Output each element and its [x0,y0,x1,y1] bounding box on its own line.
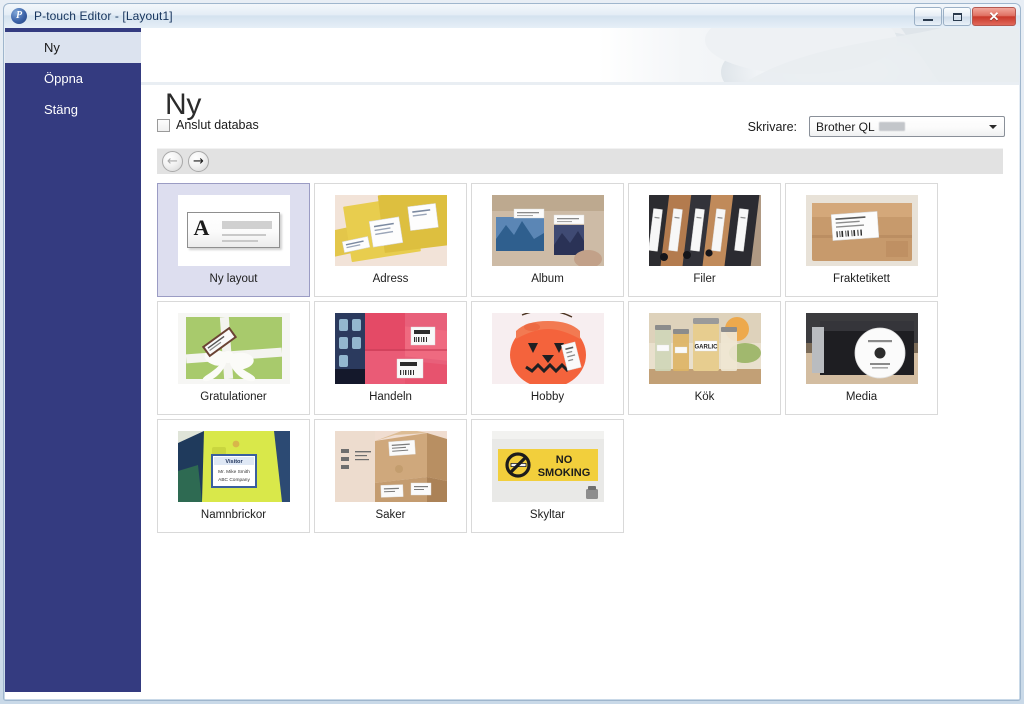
disc-case-image [805,313,918,384]
new-layout-document-icon: A [186,212,280,248]
template-thumbnail: A [177,195,290,266]
template-thumbnail [491,195,604,266]
template-tile-filer[interactable]: Filer [628,183,781,297]
template-tile-kok[interactable]: GARLIC Kök [628,301,781,415]
template-tile-label: Media [845,391,878,403]
jar-label-text: GARLIC [694,344,718,350]
sidebar-item-label: Öppna [44,71,84,86]
template-tile-gratulationer[interactable]: Gratulationer [157,301,310,415]
navigation-toolbar: ← → [157,148,1003,174]
sign-line2-text: SMOKING [537,467,590,479]
sidebar-item-oppna[interactable]: Öppna [5,63,141,94]
template-tile-label: Fraktetikett [833,273,890,285]
template-thumbnail [177,313,290,384]
gift-box-image [177,313,290,384]
forward-arrow-icon[interactable]: → [188,151,209,172]
template-thumbnail: Visitor Mr. Mike Smith ABC Company [177,431,290,502]
connect-database-label: Anslut databas [176,118,259,132]
main-content: Ny Anslut databas Skrivare: Brother QL ←… [141,28,1019,699]
template-tile-label: Skyltar [529,509,566,521]
template-tile-namnbrickor[interactable]: Visitor Mr. Mike Smith ABC Company Namnb… [157,419,310,533]
minimize-button[interactable] [914,7,942,26]
template-thumbnail: NO SMOKING [491,431,604,502]
minimize-icon [923,18,933,21]
printer-selector-group: Skrivare: Brother QL [748,116,1005,137]
client-area: Ny Öppna Stäng Ny Anslut databas Skrivar… [5,28,1019,699]
template-tile-adress[interactable]: Adress [314,183,467,297]
template-tile-skyltar[interactable]: NO SMOKING Skyltar [471,419,624,533]
template-tile-label: Handeln [369,391,412,403]
template-thumbnail: GARLIC [648,313,761,384]
template-tile-handeln[interactable]: Handeln [314,301,467,415]
template-tile-label: Hobby [530,391,565,403]
template-tile-label: Adress [372,273,409,285]
letter-a-glyph: A [193,215,210,240]
options-row: Anslut databas Skrivare: Brother QL [141,116,1019,144]
yellow-envelopes-image [334,195,447,266]
printer-label: Skrivare: [747,119,797,134]
maximize-icon [952,12,962,21]
halloween-pumpkin-image [491,313,604,384]
template-tile-label: Filer [693,273,716,285]
template-thumbnail [805,195,918,266]
template-thumbnail [334,195,447,266]
chevron-down-icon[interactable] [989,125,997,129]
template-thumbnail [334,313,447,384]
template-tile-label: Saker [375,509,406,521]
back-arrow-icon[interactable]: ← [162,151,183,172]
sign-line1-text: NO [555,454,572,466]
printer-model-redacted [878,122,905,131]
parcel-shipping-label-image [805,195,918,266]
template-tile-album[interactable]: Album [471,183,624,297]
spice-jars-image: GARLIC [648,313,761,384]
template-tile-hobby[interactable]: Hobby [471,301,624,415]
template-thumbnail [648,195,761,266]
visitor-badge-image: Visitor Mr. Mike Smith ABC Company [177,431,290,502]
storage-boxes-image [334,431,447,502]
binders-image [648,195,761,266]
retail-boxes-image [334,313,447,384]
template-tile-media[interactable]: Media [785,301,938,415]
template-tile-label: Namnbrickor [200,509,267,521]
badge-name-text: Mr. Mike Smith [218,469,250,475]
maximize-button[interactable] [943,7,971,26]
sidebar-item-ny[interactable]: Ny [5,32,141,63]
no-smoking-sign-image: NO SMOKING [491,431,604,502]
scrapbook-photos-image [491,195,604,266]
template-tile-fraktetikett[interactable]: Fraktetikett [785,183,938,297]
template-tile-label: Gratulationer [200,391,267,403]
close-icon: ✕ [988,9,1000,24]
sidebar-item-label: Stäng [44,102,78,117]
header-banner-graphic [141,28,1019,85]
template-tile-label: Ny layout [209,273,258,285]
sidebar-item-stang[interactable]: Stäng [5,94,141,125]
template-thumbnail [334,431,447,502]
sidebar: Ny Öppna Stäng [5,28,141,692]
template-thumbnail [805,313,918,384]
badge-title-text: Visitor [225,459,243,465]
connect-database-checkbox[interactable]: Anslut databas [157,118,259,132]
window-title: P-touch Editor - [Layout1] [34,9,173,23]
checkbox-box-icon[interactable] [157,118,170,132]
template-tile-saker[interactable]: Saker [314,419,467,533]
badge-company-text: ABC Company [218,477,250,483]
template-tile-ny-layout[interactable]: A Ny layout [157,183,310,297]
close-button[interactable]: ✕ [972,7,1016,26]
template-tile-label: Album [531,273,564,285]
window-controls: ✕ [914,7,1016,26]
template-grid: A Ny layout Adress Album Filer Fraktetik… [157,183,1003,533]
sidebar-item-label: Ny [44,40,60,55]
printer-selected-value: Brother QL [816,119,875,134]
template-tile-label: Kök [694,391,715,403]
application-window: P P-touch Editor - [Layout1] ✕ Ny Öppna [0,0,1024,704]
printer-dropdown[interactable]: Brother QL [809,116,1005,137]
title-bar: P P-touch Editor - [Layout1] ✕ [4,4,1020,28]
ptouch-logo-icon: P [11,8,27,24]
template-thumbnail [491,313,604,384]
banner-artwork [141,28,1019,85]
